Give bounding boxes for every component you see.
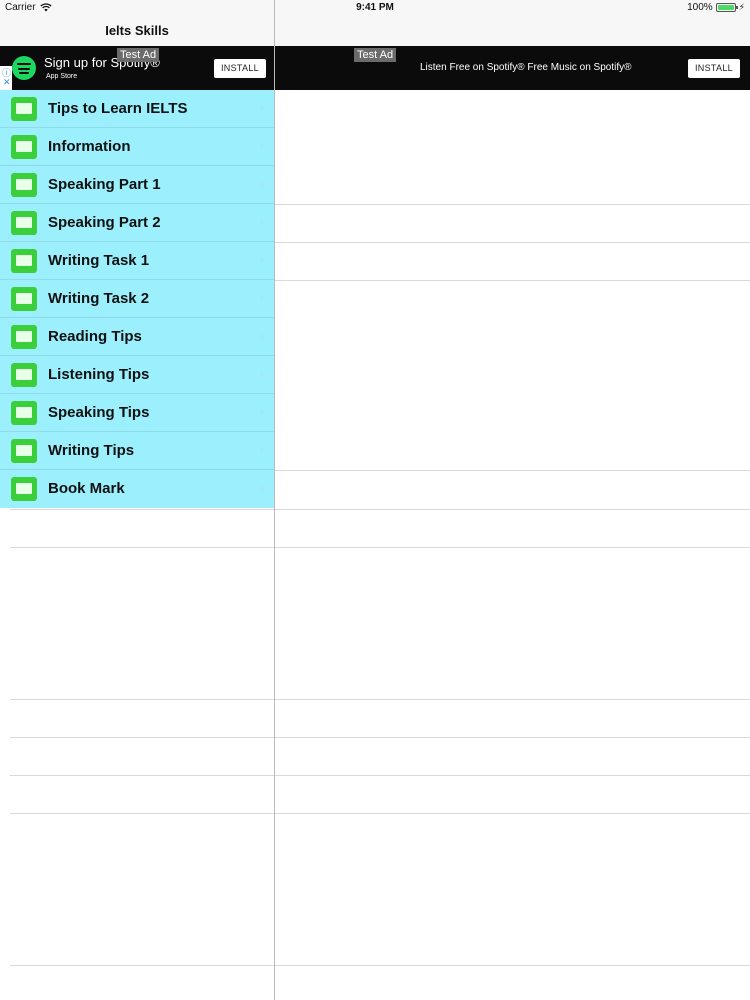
app-screen: Carrier 9:41 PM 100% ⚡ Ielts Skills ⓘ✕ (0, 0, 750, 1000)
menu-item-label: Speaking Part 2 (48, 214, 161, 231)
menu-item[interactable]: Speaking Part 1 › (0, 166, 274, 204)
separator (10, 813, 750, 814)
status-battery: 100% ⚡ (687, 2, 745, 13)
separator (10, 737, 750, 738)
separator (275, 204, 750, 205)
test-ad-badge: Test Ad (354, 48, 397, 62)
charging-icon: ⚡ (738, 2, 745, 12)
menu-item[interactable]: Writing Task 1 › (0, 242, 274, 280)
chevron-right-icon: › (259, 366, 264, 381)
store-label: App Store (46, 73, 78, 80)
ad-text: Listen Free on Spotify® Free Music on Sp… (420, 62, 632, 73)
screen-icon (11, 287, 37, 311)
menu-item-label: Writing Task 1 (48, 252, 150, 269)
menu-item[interactable]: Speaking Tips › (0, 394, 274, 432)
chevron-right-icon: › (259, 480, 264, 495)
chevron-right-icon: › (259, 214, 264, 229)
ad-choices-icon[interactable]: ⓘ ✕ (0, 66, 12, 90)
spotify-logo-icon (12, 56, 36, 80)
screen-icon (11, 97, 37, 121)
menu-item[interactable]: Tips to Learn IELTS › (0, 90, 274, 128)
ad-store: App Store (44, 73, 77, 80)
install-button[interactable]: INSTALL (214, 59, 266, 78)
menu-item-label: Book Mark (48, 480, 125, 497)
menu-item-label: Speaking Tips (48, 404, 150, 421)
menu-item[interactable]: Information › (0, 128, 274, 166)
menu-item-label: Tips to Learn IELTS (48, 100, 188, 117)
ad-banner-left[interactable]: ⓘ ✕ Sign up for Spotify® Test Ad App Stor… (0, 46, 274, 90)
menu-item-label: Information (48, 138, 131, 155)
nav-bar: Ielts Skills (0, 16, 274, 46)
screen-icon (11, 249, 37, 273)
chevron-right-icon: › (259, 176, 264, 191)
separator (10, 965, 750, 966)
screen-icon (11, 363, 37, 387)
screen-icon (11, 211, 37, 235)
battery-icon (715, 3, 738, 12)
menu-item[interactable]: Speaking Part 2 › (0, 204, 274, 242)
screen-icon (11, 439, 37, 463)
menu-item[interactable]: Writing Task 2 › (0, 280, 274, 318)
separator (275, 280, 750, 281)
chevron-right-icon: › (259, 290, 264, 305)
menu-item[interactable]: Writing Tips › (0, 432, 274, 470)
chevron-right-icon: › (259, 252, 264, 267)
separator (10, 775, 750, 776)
menu-item[interactable]: Book Mark › (0, 470, 274, 508)
split-view-divider (274, 0, 275, 1000)
detail-nav-bar (275, 16, 750, 46)
status-time: 9:41 PM (356, 2, 394, 13)
battery-percent: 100% (687, 2, 713, 13)
menu-item-label: Speaking Part 1 (48, 176, 161, 193)
ad-banner-right[interactable]: Test Ad Listen Free on Spotify® Free Mus… (275, 46, 750, 90)
separator (10, 699, 750, 700)
menu-list: Tips to Learn IELTS › Information › Speaking… (0, 90, 274, 508)
chevron-right-icon: › (259, 100, 264, 115)
chevron-right-icon: › (259, 442, 264, 457)
screen-icon (11, 173, 37, 197)
menu-item[interactable]: Listening Tips › (0, 356, 274, 394)
status-bar: Carrier 9:41 PM 100% ⚡ (0, 0, 750, 16)
separator (10, 547, 750, 548)
test-ad-badge: Test Ad (117, 48, 160, 62)
screen-icon (11, 135, 37, 159)
menu-item-label: Reading Tips (48, 328, 142, 345)
screen-icon (11, 401, 37, 425)
screen-icon (11, 477, 37, 501)
separator (275, 242, 750, 243)
chevron-right-icon: › (259, 404, 264, 419)
menu-item-label: Writing Task 2 (48, 290, 150, 307)
menu-item-label: Listening Tips (48, 366, 150, 383)
menu-item[interactable]: Reading Tips › (0, 318, 274, 356)
separator (10, 509, 750, 510)
menu-item-label: Writing Tips (48, 442, 135, 459)
separator (275, 470, 750, 471)
screen-icon (11, 325, 37, 349)
chevron-right-icon: › (259, 138, 264, 153)
install-button[interactable]: INSTALL (688, 59, 740, 78)
chevron-right-icon: › (259, 328, 264, 343)
page-title: Ielts Skills (105, 23, 169, 38)
